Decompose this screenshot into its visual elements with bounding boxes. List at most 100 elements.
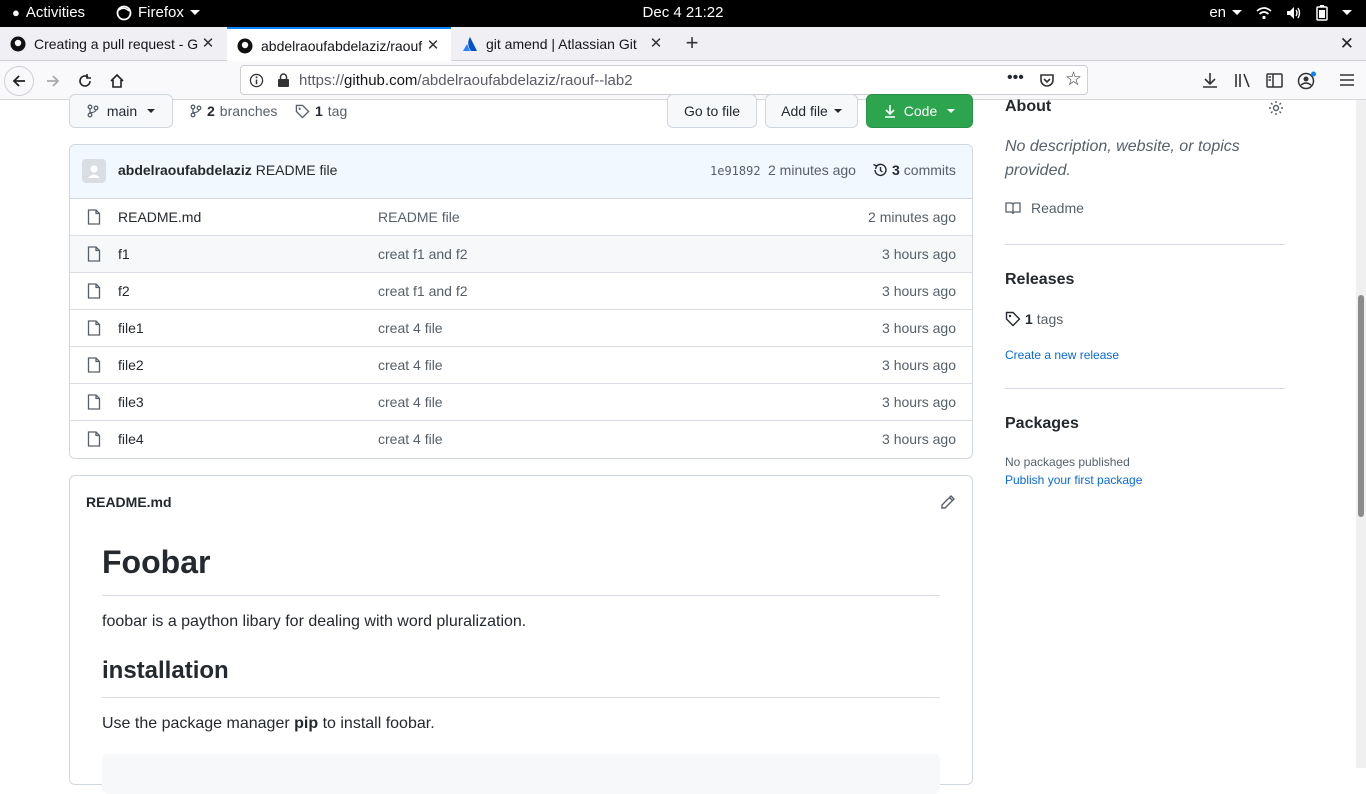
file-row[interactable]: file1 creat 4 file 3 hours ago [70,310,972,347]
file-age: 3 hours ago [882,246,956,262]
file-icon [87,357,101,373]
file-name[interactable]: file2 [118,357,144,373]
file-name[interactable]: file3 [118,394,144,410]
git-branch-icon [190,104,202,118]
url-bar[interactable]: https://github.com/abdelraoufabdelaziz/r… [240,65,1088,95]
file-icon [87,209,101,225]
add-file-button[interactable]: Add file [765,94,858,128]
about-title: About [1005,98,1052,115]
close-icon[interactable]: ✕ [425,37,441,54]
publish-package-link[interactable]: Publish your first package [1005,473,1142,487]
tab-strip: Creating a pull request - G ✕ abdelraouf… [0,27,1366,62]
new-tab-button[interactable]: + [680,32,704,56]
file-commit-message[interactable]: creat 4 file [378,320,443,336]
readme-filename[interactable]: README.md [86,494,172,510]
commit-sha[interactable]: 1e91892 [710,164,761,178]
install-text-pip[interactable]: pip [294,715,318,732]
file-commit-message[interactable]: README file [378,209,460,225]
download-icon [884,105,895,118]
commit-message[interactable]: README file [256,162,338,178]
downloads-icon[interactable] [1202,72,1218,89]
file-listing: abdelraoufabdelaziz README file 1e91892 … [69,144,973,459]
clock[interactable]: Dec 4 21:22 [0,4,1366,21]
releases-tags-link[interactable]: 1 tags [1005,311,1063,327]
releases-title[interactable]: Releases [1005,271,1074,289]
create-release-link[interactable]: Create a new release [1005,348,1119,362]
system-tray[interactable]: en [1209,4,1352,21]
commits-link[interactable]: 3 commits [872,162,956,178]
file-row[interactable]: README.md README file 2 minutes ago [70,199,972,236]
commits-label: commits [903,162,956,178]
file-name[interactable]: f1 [118,246,130,262]
readme-link[interactable]: Readme [1005,200,1084,216]
back-button[interactable] [4,66,34,96]
hamburger-menu-icon[interactable] [1339,73,1355,87]
file-commit-message[interactable]: creat f1 and f2 [378,246,468,262]
lock-icon[interactable] [277,73,290,88]
chevron-down-icon [1342,10,1352,15]
url-prefix: https:// [299,72,345,89]
pocket-icon[interactable] [1039,72,1055,88]
file-row[interactable]: file2 creat 4 file 3 hours ago [70,347,972,384]
tags-label: tag [327,103,348,119]
close-icon[interactable]: ✕ [200,36,216,52]
book-icon [1005,202,1021,215]
branch-name: main [106,103,138,119]
library-icon[interactable] [1234,72,1251,89]
forward-button[interactable] [38,66,68,96]
account-icon[interactable] [1297,71,1317,90]
page-actions-icon[interactable]: ••• [1007,69,1024,87]
branches-link[interactable]: 2 branches [190,103,277,119]
avatar[interactable] [82,159,106,183]
chevron-down-icon [1232,10,1242,15]
file-row[interactable]: file4 creat 4 file 3 hours ago [70,421,972,458]
file-commit-message[interactable]: creat f1 and f2 [378,283,468,299]
install-text-post: to install foobar. [318,715,435,732]
bookmark-star-icon[interactable]: ☆ [1065,68,1082,91]
file-commit-message[interactable]: creat 4 file [378,357,443,373]
file-row[interactable]: f2 creat f1 and f2 3 hours ago [70,273,972,310]
window-close-button[interactable]: ✕ [1340,34,1354,54]
file-commit-message[interactable]: creat 4 file [378,431,443,447]
readme-intro: foobar is a paython libary for dealing w… [102,613,527,630]
tab-pull-request[interactable]: Creating a pull request - G ✕ [0,27,226,61]
reload-button[interactable] [70,66,100,96]
chevron-down-icon [833,109,842,113]
tags-count: 1 [315,103,323,119]
file-name[interactable]: f2 [118,283,130,299]
chevron-down-icon [147,109,156,113]
scrollbar-thumb[interactable] [1358,295,1364,517]
sidebar-icon[interactable] [1266,72,1283,89]
code-button[interactable]: Code [866,94,973,128]
git-branch-icon [87,104,99,118]
pencil-icon[interactable] [940,494,956,510]
file-age: 3 hours ago [882,394,956,410]
tags-link[interactable]: 1 tag [295,103,347,119]
url-domain: github.com [344,72,418,89]
reload-icon [79,74,91,87]
file-name[interactable]: file4 [118,431,144,447]
packages-title[interactable]: Packages [1005,415,1079,433]
readme-panel: README.md Foobar foobar is a paython lib… [69,475,973,794]
file-name[interactable]: file1 [118,320,144,336]
go-to-file-button[interactable]: Go to file [667,94,757,128]
file-icon [87,394,101,410]
branch-select-button[interactable]: main [69,94,173,128]
home-button[interactable] [102,66,132,96]
file-row[interactable]: file3 creat 4 file 3 hours ago [70,384,972,421]
file-row[interactable]: f1 creat f1 and f2 3 hours ago [70,236,972,273]
tag-icon [295,104,310,119]
heading-divider [102,595,940,596]
close-icon[interactable]: ✕ [648,36,664,52]
code-block [102,754,940,794]
language-indicator[interactable]: en [1209,4,1242,21]
tab-git-amend[interactable]: git amend | Atlassian Git ✕ [452,27,674,61]
tab-repo[interactable]: abdelraoufabdelaziz/raouf ✕ [227,27,451,62]
releases-tags-count: 1 [1025,311,1033,327]
file-name[interactable]: README.md [118,209,201,225]
info-icon[interactable] [249,73,264,88]
file-commit-message[interactable]: creat 4 file [378,394,443,410]
commit-author[interactable]: abdelraoufabdelaziz [118,162,252,178]
gear-icon[interactable] [1268,100,1284,116]
readme-link-label: Readme [1031,200,1084,216]
